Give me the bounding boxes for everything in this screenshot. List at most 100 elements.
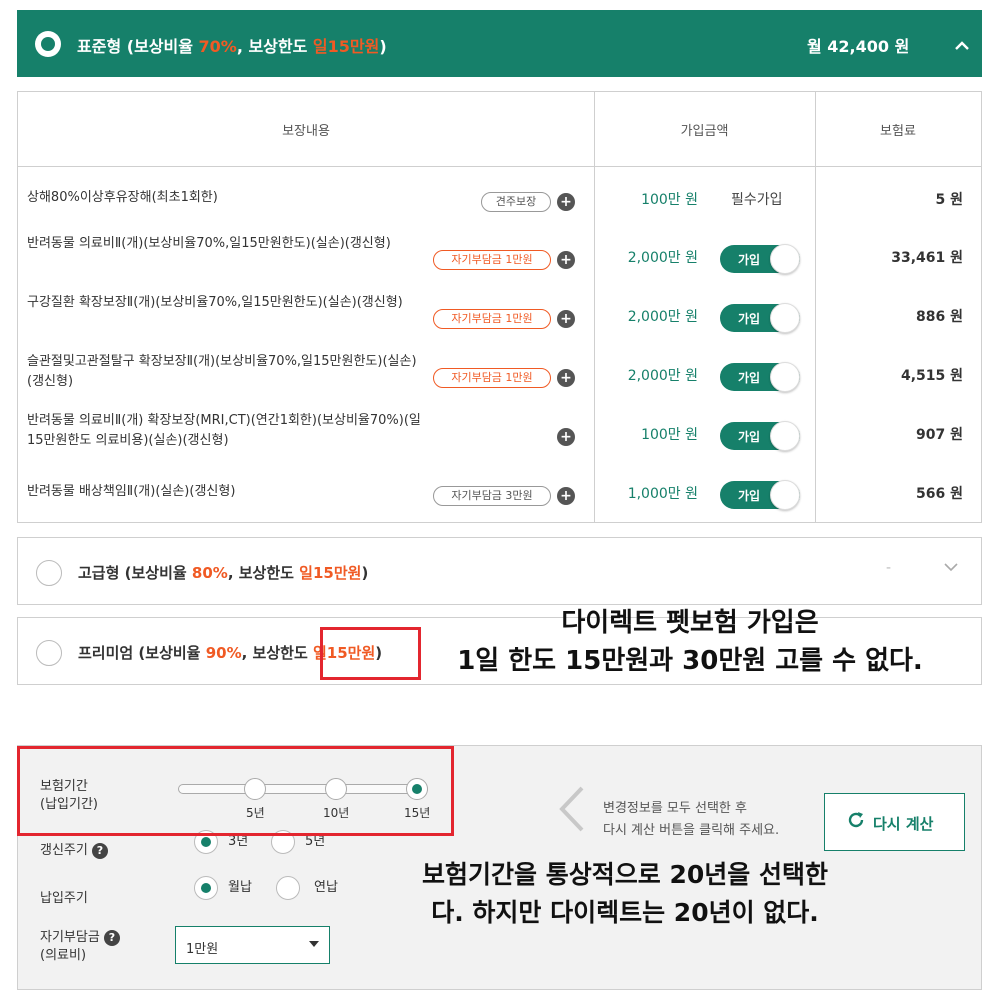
coverage-amount: 100만 원 [641, 427, 698, 443]
header-divider [18, 166, 981, 167]
header-premium: 보험료 [880, 124, 916, 139]
plan-limit: 일15만원 [312, 37, 380, 56]
coverage-name: 반려동물 배상책임Ⅱ(개)(실손)(갱신형) [27, 484, 236, 499]
deductible-value: 1만원 [186, 942, 219, 957]
coverage-premium: 4,515 원 [900, 368, 963, 384]
coverage-name: 구강질환 확장보장Ⅱ(개)(보상비율70%,일15만원한도)(실손)(갱신형) [27, 295, 403, 310]
renewal-label-text: 갱신주기 [40, 843, 88, 858]
table-row: 반려동물 의료비Ⅱ(개)(보상비율70%,일15만원한도)(실손)(갱신형) 자… [18, 228, 981, 286]
toggle-knob [770, 421, 800, 451]
renewal-label: 갱신주기 ? [40, 842, 108, 860]
coverage-name: 반려동물 의료비Ⅱ(개) 확장보장(MRI,CT)(연간1회한)(보상비율70%… [27, 413, 421, 448]
toggle-knob [770, 244, 800, 274]
table-row: 반려동물 의료비Ⅱ(개) 확장보장(MRI,CT)(연간1회한)(보상비율70%… [18, 405, 981, 463]
coverage-premium: 907 원 [916, 427, 963, 443]
coverage-name: 슬관절및고관절탈구 확장보장Ⅱ(개)(보상비율70%,일15만원한도)(실손)(… [27, 354, 417, 389]
toggle-knob [770, 303, 800, 333]
plan-title-suffix: ) [379, 37, 387, 56]
plan-title-mid: , 보상한도 [236, 37, 313, 56]
coverage-table: 보장내용 가입금액 보험료 상해80%이상후유장해(최초1회한) 견주보장 + … [17, 91, 982, 523]
plus-icon[interactable]: + [557, 428, 575, 446]
plan-advanced-radio[interactable] [36, 560, 62, 586]
deductible-select[interactable]: 1만원 [175, 926, 330, 964]
plus-icon[interactable]: + [557, 487, 575, 505]
toggle-label: 가입 [738, 371, 761, 385]
plan-premium-radio[interactable] [36, 640, 62, 666]
plan-ratio: 70% [198, 37, 237, 56]
highlight-box-period [17, 746, 454, 836]
plan-standard-header[interactable]: 표준형 (보상비율 70%, 보상한도 일15만원) 월 42,400 원 [17, 10, 982, 77]
plan-ratio: 90% [205, 644, 242, 662]
subscribe-toggle[interactable]: 가입 [720, 480, 800, 510]
plan-title-prefix: (보상비율 [119, 564, 192, 582]
chevron-up-icon[interactable] [955, 35, 969, 56]
recalc-button[interactable]: 다시 계산 [824, 793, 965, 851]
plan-limit: 일15만원 [299, 564, 362, 582]
plan-standard-title: 표준형 (보상비율 70%, 보상한도 일15만원) [77, 33, 387, 57]
coverage-name: 반려동물 의료비Ⅱ(개)(보상비율70%,일15만원한도)(실손)(갱신형) [27, 236, 391, 251]
plan-standard-price: 월 42,400 원 [807, 37, 910, 56]
deductible-label-line2: (의료비) [40, 948, 87, 963]
plan-standard-radio[interactable] [35, 31, 61, 57]
coverage-premium: 5 원 [935, 192, 964, 208]
help-icon[interactable]: ? [103, 929, 120, 946]
header-coverage: 보장내용 [282, 124, 330, 139]
chevron-down-icon[interactable] [944, 560, 958, 576]
plan-name: 프리미엄 [78, 644, 134, 662]
coverage-badge[interactable]: 자기부담금 3만원 [433, 486, 551, 506]
table-row: 반려동물 배상책임Ⅱ(개)(실손)(갱신형) 자기부담금 3만원 + 1,000… [18, 464, 981, 522]
toggle-label: 가입 [738, 489, 761, 503]
coverage-badge[interactable]: 자기부담금 1만원 [433, 309, 551, 329]
header-amount: 가입금액 [680, 124, 729, 139]
coverage-amount: 100만 원 [641, 192, 698, 208]
deductible-label: 자기부담금 ? (의료비) [40, 929, 120, 965]
coverage-badge[interactable]: 견주보장 [481, 192, 551, 212]
annotation-top-line1: 다이렉트 펫보험 가입은 [561, 608, 819, 638]
deductible-label-line1: 자기부담금 [40, 930, 100, 945]
coverage-premium: 566 원 [916, 486, 963, 502]
radio-selected-dot [41, 37, 55, 51]
subscribe-toggle[interactable]: 가입 [720, 303, 800, 333]
plus-icon[interactable]: + [557, 369, 575, 387]
table-row: 슬관절및고관절탈구 확장보장Ⅱ(개)(보상비율70%,일15만원한도)(실손)(… [18, 346, 981, 404]
toggle-label: 가입 [738, 312, 761, 326]
coverage-amount: 2,000만 원 [627, 368, 698, 384]
plus-icon[interactable]: + [557, 251, 575, 269]
subscribe-toggle[interactable]: 가입 [720, 362, 800, 392]
recalc-hint-line1: 변경정보를 모두 선택한 후 [603, 801, 747, 816]
toggle-label: 가입 [738, 430, 761, 444]
plan-title-mid: , 보상한도 [241, 644, 313, 662]
plan-title-prefix: (보상비율 [126, 37, 199, 56]
plan-title-suffix: ) [361, 564, 369, 582]
help-icon[interactable]: ? [91, 842, 108, 859]
plan-advanced-title: 고급형 (보상비율 80%, 보상한도 일15만원) [78, 562, 368, 583]
payment-radio-yearly[interactable] [276, 876, 300, 900]
annotation-top: 다이렉트 펫보험 가입은 1일 한도 15만원과 30만원 고를 수 없다. [430, 604, 950, 680]
payment-option: 연납 [314, 880, 338, 895]
coverage-name: 상해80%이상후유장해(최초1회한) [27, 190, 218, 205]
plan-name: 고급형 [78, 564, 120, 582]
subscribe-toggle[interactable]: 가입 [720, 421, 800, 451]
table-row: 구강질환 확장보장Ⅱ(개)(보상비율70%,일15만원한도)(실손)(갱신형) … [18, 287, 981, 345]
plus-icon[interactable]: + [557, 193, 575, 211]
annotation-top-line2: 1일 한도 15만원과 30만원 고를 수 없다. [457, 646, 923, 676]
required-label: 필수가입 [731, 192, 783, 208]
recalc-hint: 변경정보를 모두 선택한 후 다시 계산 버튼을 클릭해 주세요. [603, 798, 779, 842]
plan-name: 표준형 [77, 37, 122, 56]
toggle-knob [770, 480, 800, 510]
annotation-bottom-line1: 보험기간을 통상적으로 20년을 선택한 [422, 860, 828, 889]
highlight-box-limit [320, 627, 421, 680]
coverage-badge[interactable]: 자기부담금 1만원 [433, 368, 551, 388]
plan-advanced[interactable]: 고급형 (보상비율 80%, 보상한도 일15만원) - [17, 537, 982, 605]
plan-advanced-price: - [886, 560, 892, 576]
coverage-premium: 33,461 원 [891, 250, 963, 266]
recalc-button-label: 다시 계산 [873, 815, 934, 833]
plan-title-prefix: (보상비율 [133, 644, 206, 662]
payment-radio-monthly[interactable] [194, 876, 218, 900]
subscribe-toggle[interactable]: 가입 [720, 244, 800, 274]
annotation-bottom: 보험기간을 통상적으로 20년을 선택한 다. 하지만 다이렉트는 20년이 없… [370, 856, 880, 932]
plus-icon[interactable]: + [557, 310, 575, 328]
coverage-badge[interactable]: 자기부담금 1만원 [433, 250, 551, 270]
table-row: 상해80%이상후유장해(최초1회한) 견주보장 + 100만 원 필수가입 5 … [18, 170, 981, 228]
coverage-amount: 2,000만 원 [627, 309, 698, 325]
